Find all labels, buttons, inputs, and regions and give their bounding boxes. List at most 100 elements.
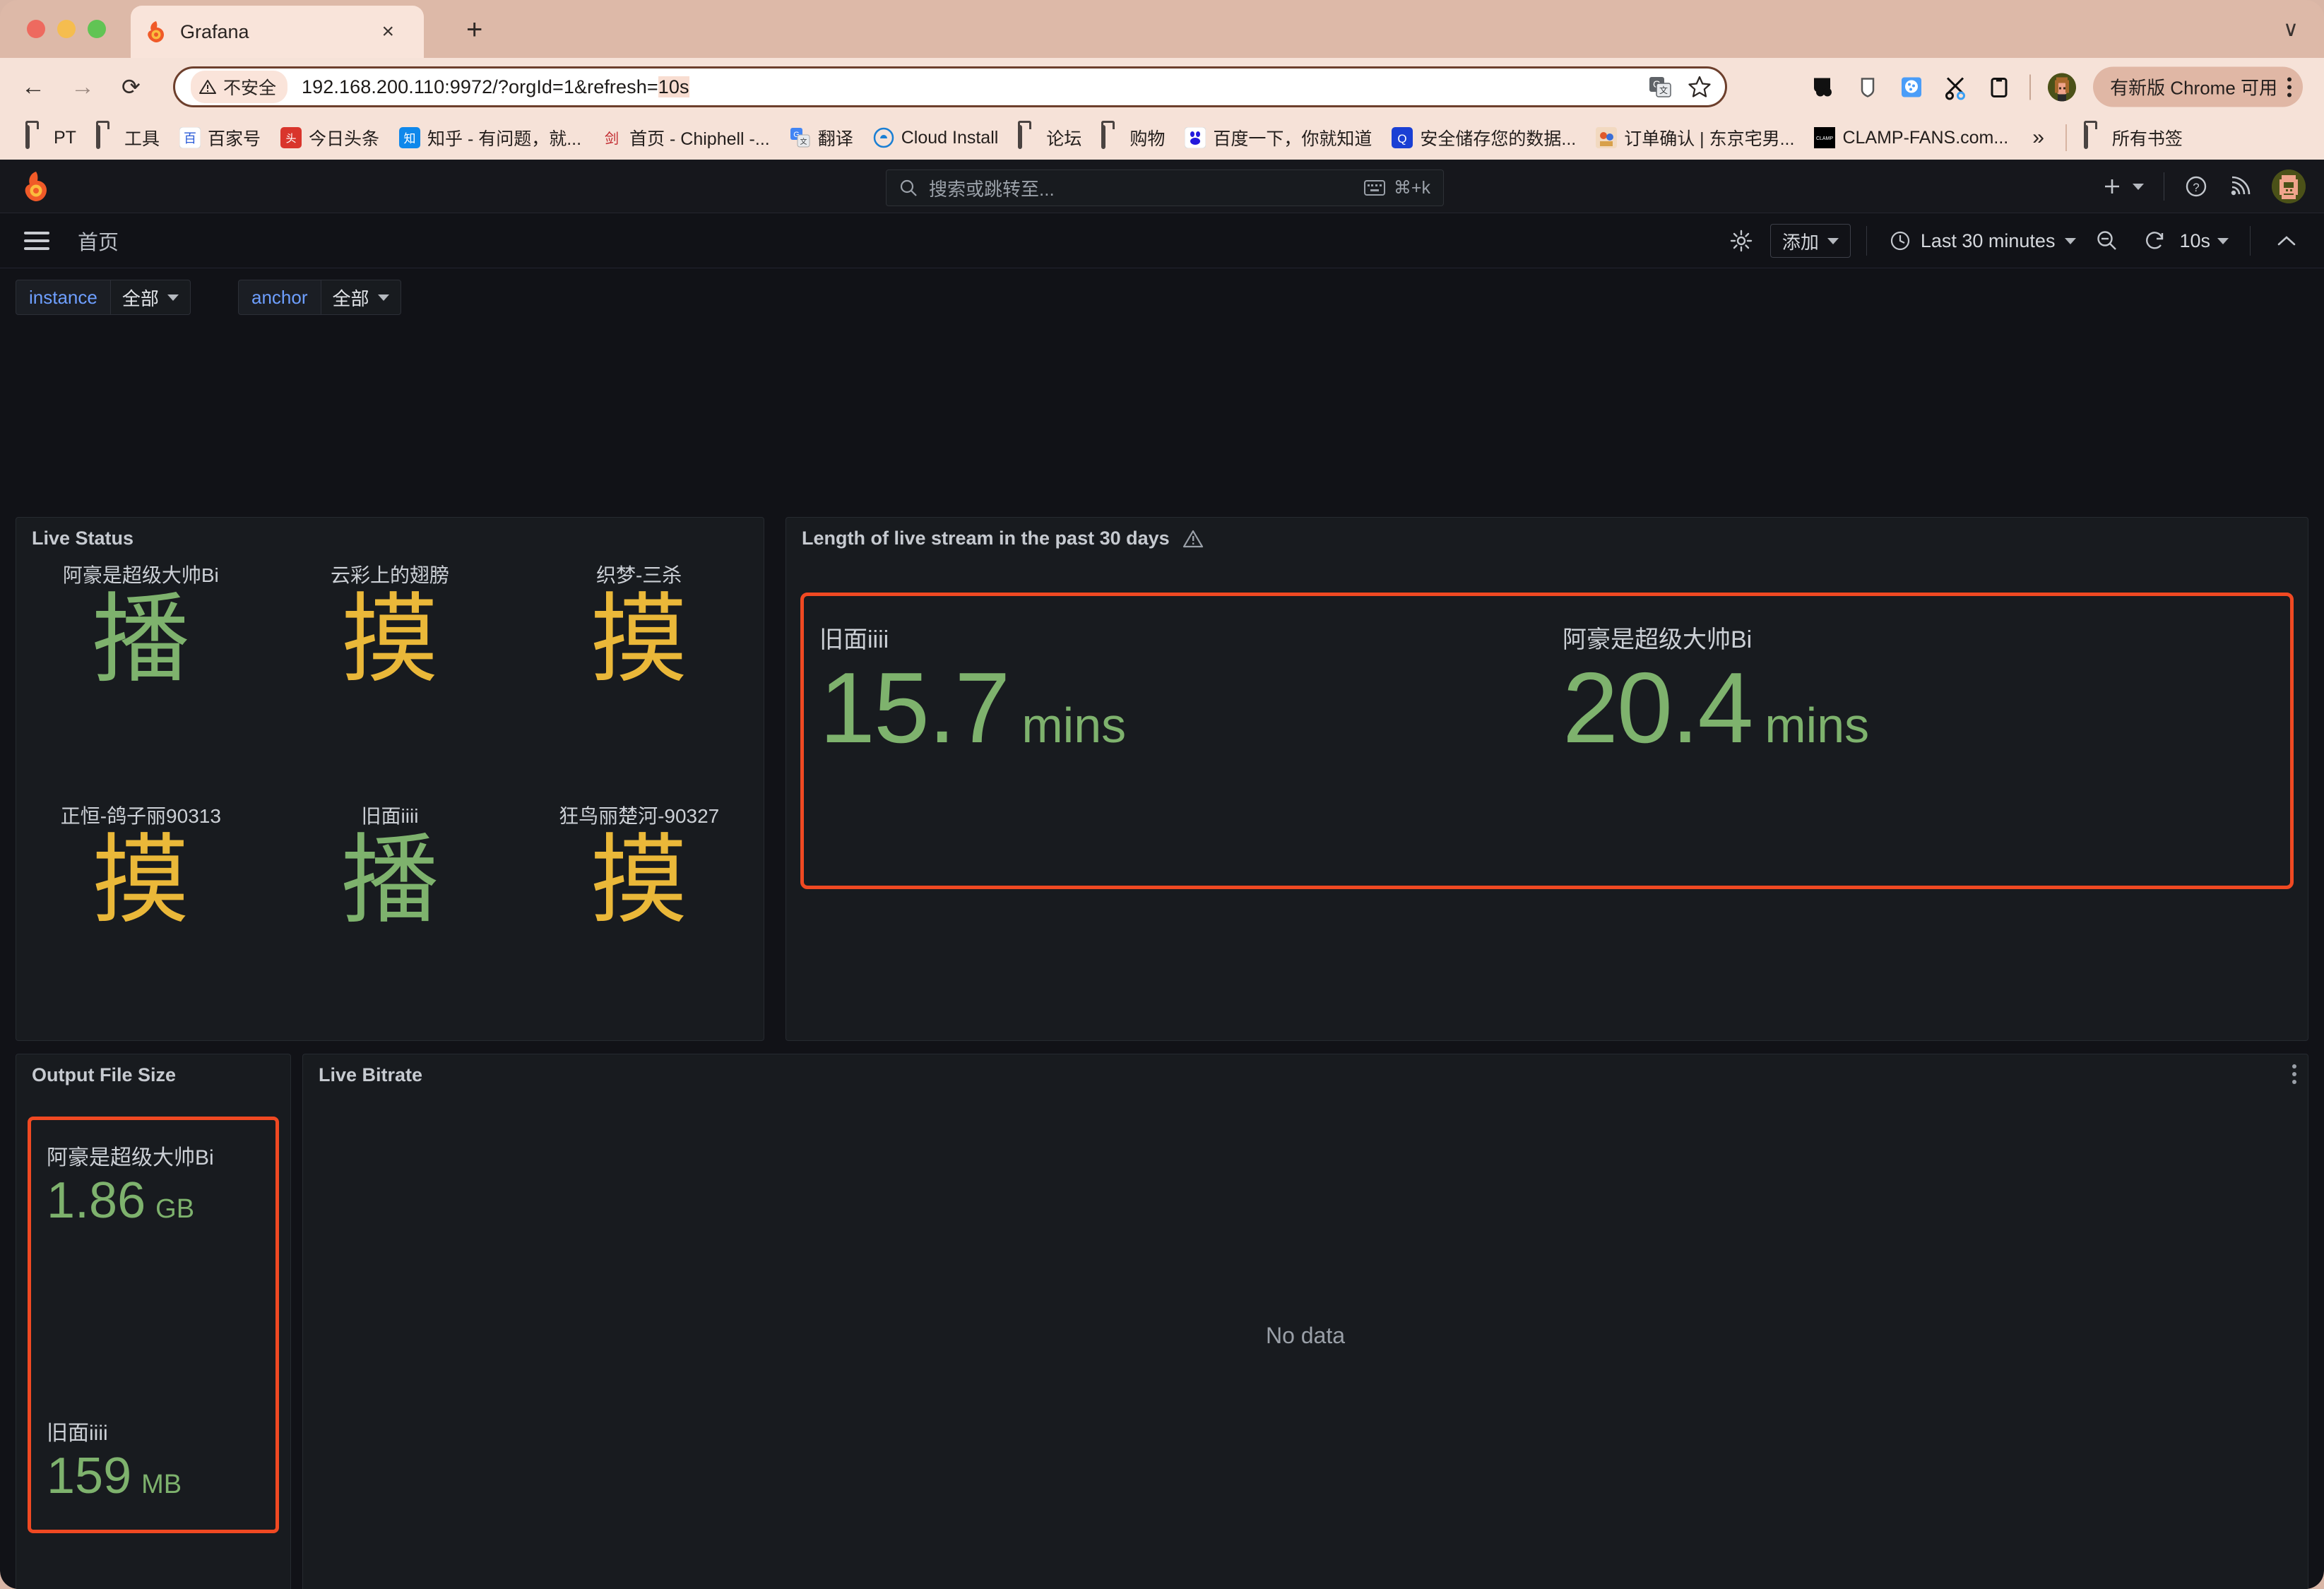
all-bookmarks-button[interactable]: 所有书签 — [2074, 121, 2193, 154]
search-icon — [899, 179, 918, 197]
live-status-item[interactable]: 云彩上的翅膀 摸 — [266, 559, 515, 799]
refresh-icon[interactable] — [2131, 230, 2179, 252]
browser-window: Grafana × + ∨ ← → ⟳ 不安全 192.168.200.110:… — [0, 0, 2324, 1589]
variable-label: instance — [16, 280, 110, 315]
bookmark-label: 首页 - Chiphell -... — [629, 129, 770, 149]
add-new-button[interactable] — [2101, 176, 2144, 197]
browser-tab-grafana[interactable]: Grafana × — [131, 6, 424, 58]
bookmark-label: 工具 — [124, 129, 160, 149]
back-button[interactable]: ← — [21, 75, 45, 99]
bookmark-shopping[interactable]: 购物 — [1091, 121, 1175, 154]
live-status-item[interactable]: 正恒-鸽子丽90313 摸 — [16, 799, 266, 1040]
bookmark-tools[interactable]: 工具 — [86, 121, 170, 154]
user-avatar[interactable] — [2272, 169, 2306, 203]
grafana-logo-icon[interactable] — [20, 169, 52, 203]
toutiao-icon: 头 — [280, 127, 302, 148]
toolbar-divider — [1866, 226, 1867, 256]
live-status-item[interactable]: 旧面iiii 播 — [266, 799, 515, 1040]
zhihu-icon: 知 — [399, 127, 420, 148]
bookmark-qnap[interactable]: Q 安全储存您的数据... — [1382, 121, 1586, 154]
stat-number: 1.86 — [47, 1172, 146, 1229]
bookmark-order[interactable]: 订单确认 | 东京宅男... — [1586, 121, 1804, 154]
bookmark-cloud-install[interactable]: Cloud Install — [863, 121, 1009, 154]
forward-button[interactable]: → — [71, 75, 95, 99]
extension-black-icon[interactable] — [1810, 73, 1837, 100]
security-status-badge[interactable]: 不安全 — [191, 71, 288, 103]
stat-item[interactable]: 旧面iiii 159 MB — [47, 1415, 182, 1501]
stat-item[interactable]: 阿豪是超级大帅Bi 1.86 GB — [47, 1140, 214, 1226]
svg-text:CLAMP: CLAMP — [1816, 136, 1833, 141]
close-window-button[interactable] — [27, 20, 45, 38]
bookmark-translate[interactable]: G文 翻译 — [780, 121, 863, 154]
stat-number: 15.7 — [819, 652, 1010, 764]
search-input[interactable]: 搜索或跳转至... ⌘+k — [886, 169, 1444, 206]
variable-value-dropdown[interactable]: 全部 — [109, 280, 191, 315]
extension-shield-icon[interactable] — [1854, 73, 1881, 100]
extension-cookie-icon[interactable] — [1898, 73, 1925, 100]
bookmarks-overflow-button[interactable]: » — [2018, 126, 2058, 150]
chevron-down-icon[interactable]: ∨ — [2283, 17, 2299, 42]
chrome-update-button[interactable]: 有新版 Chrome 可用 — [2093, 66, 2303, 107]
stat-number: 20.4 — [1563, 652, 1753, 764]
dashboard-toolbar: 首页 添加 Last 30 minutes 10s — [0, 213, 2324, 268]
time-range-label: Last 30 minutes — [1920, 230, 2056, 251]
new-tab-button[interactable]: + — [466, 16, 482, 44]
live-status-item[interactable]: 阿豪是超级大帅Bi 播 — [16, 559, 266, 799]
bookmark-label: 百度一下，你就知道 — [1213, 129, 1373, 149]
window-traffic-lights — [27, 20, 106, 38]
chevron-up-icon[interactable] — [2266, 234, 2307, 248]
panel-live-status: Live Status 阿豪是超级大帅Bi 播 云彩上的翅膀 摸 织梦-三杀 摸… — [16, 517, 764, 1041]
extension-scissors-icon[interactable] — [1942, 73, 1969, 100]
live-status-item[interactable]: 织梦-三杀 摸 — [514, 559, 764, 799]
add-panel-button[interactable]: 添加 — [1769, 224, 1851, 258]
rss-feed-icon[interactable] — [2228, 174, 2252, 198]
bookmark-label: 论坛 — [1046, 129, 1082, 149]
star-icon[interactable] — [1687, 74, 1712, 100]
reload-button[interactable]: ⟳ — [121, 76, 141, 98]
warning-triangle-icon[interactable] — [1182, 529, 1204, 549]
svg-text:文: 文 — [1659, 85, 1668, 95]
help-circle-icon[interactable]: ? — [2184, 174, 2208, 198]
variable-value-dropdown[interactable]: 全部 — [320, 280, 401, 315]
keyboard-icon — [1363, 180, 1385, 196]
refresh-interval-picker[interactable]: 10s — [2179, 230, 2234, 252]
hamburger-menu-icon[interactable] — [24, 231, 49, 250]
bookmark-baijiahao[interactable]: 百 百家号 — [170, 121, 271, 154]
close-tab-button[interactable]: × — [381, 21, 394, 42]
stat-item[interactable]: 旧面iiii 15.7 mins — [804, 596, 1547, 886]
status-glyph: 摸 — [340, 582, 439, 696]
variable-label: anchor — [238, 280, 321, 315]
bookmark-pt[interactable]: PT — [16, 121, 86, 154]
gear-icon[interactable] — [1717, 229, 1766, 253]
stat-name: 阿豪是超级大帅Bi — [47, 1146, 214, 1170]
bookmark-forum[interactable]: 论坛 — [1008, 121, 1091, 154]
zoom-out-icon[interactable] — [2083, 230, 2131, 252]
address-bar[interactable]: 不安全 192.168.200.110:9972/?orgId=1&refres… — [173, 66, 1727, 107]
maximize-window-button[interactable] — [88, 20, 106, 38]
breadcrumb[interactable]: 首页 — [78, 226, 119, 256]
bookmark-baidu[interactable]: 百度一下，你就知道 — [1175, 121, 1382, 154]
status-glyph: 摸 — [590, 582, 688, 696]
minimize-window-button[interactable] — [57, 20, 76, 38]
live-status-grid: 阿豪是超级大帅Bi 播 云彩上的翅膀 摸 织梦-三杀 摸 正恒-鸽子丽90313… — [16, 559, 764, 1040]
bookmark-zhihu[interactable]: 知 知乎 - 有问题，就... — [389, 121, 591, 154]
time-range-picker[interactable]: Last 30 minutes — [1883, 230, 2084, 252]
variable-value-label: 全部 — [332, 287, 369, 309]
omnibox-actions: G 文 — [1647, 74, 1712, 100]
cloud-install-icon — [873, 127, 894, 148]
panel-live-bitrate: Live Bitrate No data — [302, 1054, 2308, 1589]
bookmark-chiphell[interactable]: 剑 首页 - Chiphell -... — [591, 121, 780, 154]
google-translate-icon: G文 — [790, 127, 811, 148]
svg-text:剑: 剑 — [605, 131, 619, 147]
extension-clipboard-icon[interactable] — [1986, 73, 2012, 100]
live-status-item[interactable]: 狂鸟丽楚河-90327 摸 — [514, 799, 764, 1040]
translate-icon[interactable]: G 文 — [1647, 74, 1673, 100]
bookmark-label: 今日头条 — [308, 129, 379, 149]
kebab-menu-icon[interactable] — [2287, 77, 2292, 97]
profile-avatar[interactable] — [2048, 73, 2077, 101]
stat-item[interactable]: 阿豪是超级大帅Bi 20.4 mins — [1547, 596, 2290, 886]
chevron-down-icon — [2217, 237, 2229, 244]
bookmark-toutiao[interactable]: 头 今日头条 — [271, 121, 389, 154]
bookmark-clamp-fans[interactable]: CLAMP CLAMP-FANS.com... — [1804, 121, 2018, 154]
chiphell-icon: 剑 — [601, 127, 622, 148]
